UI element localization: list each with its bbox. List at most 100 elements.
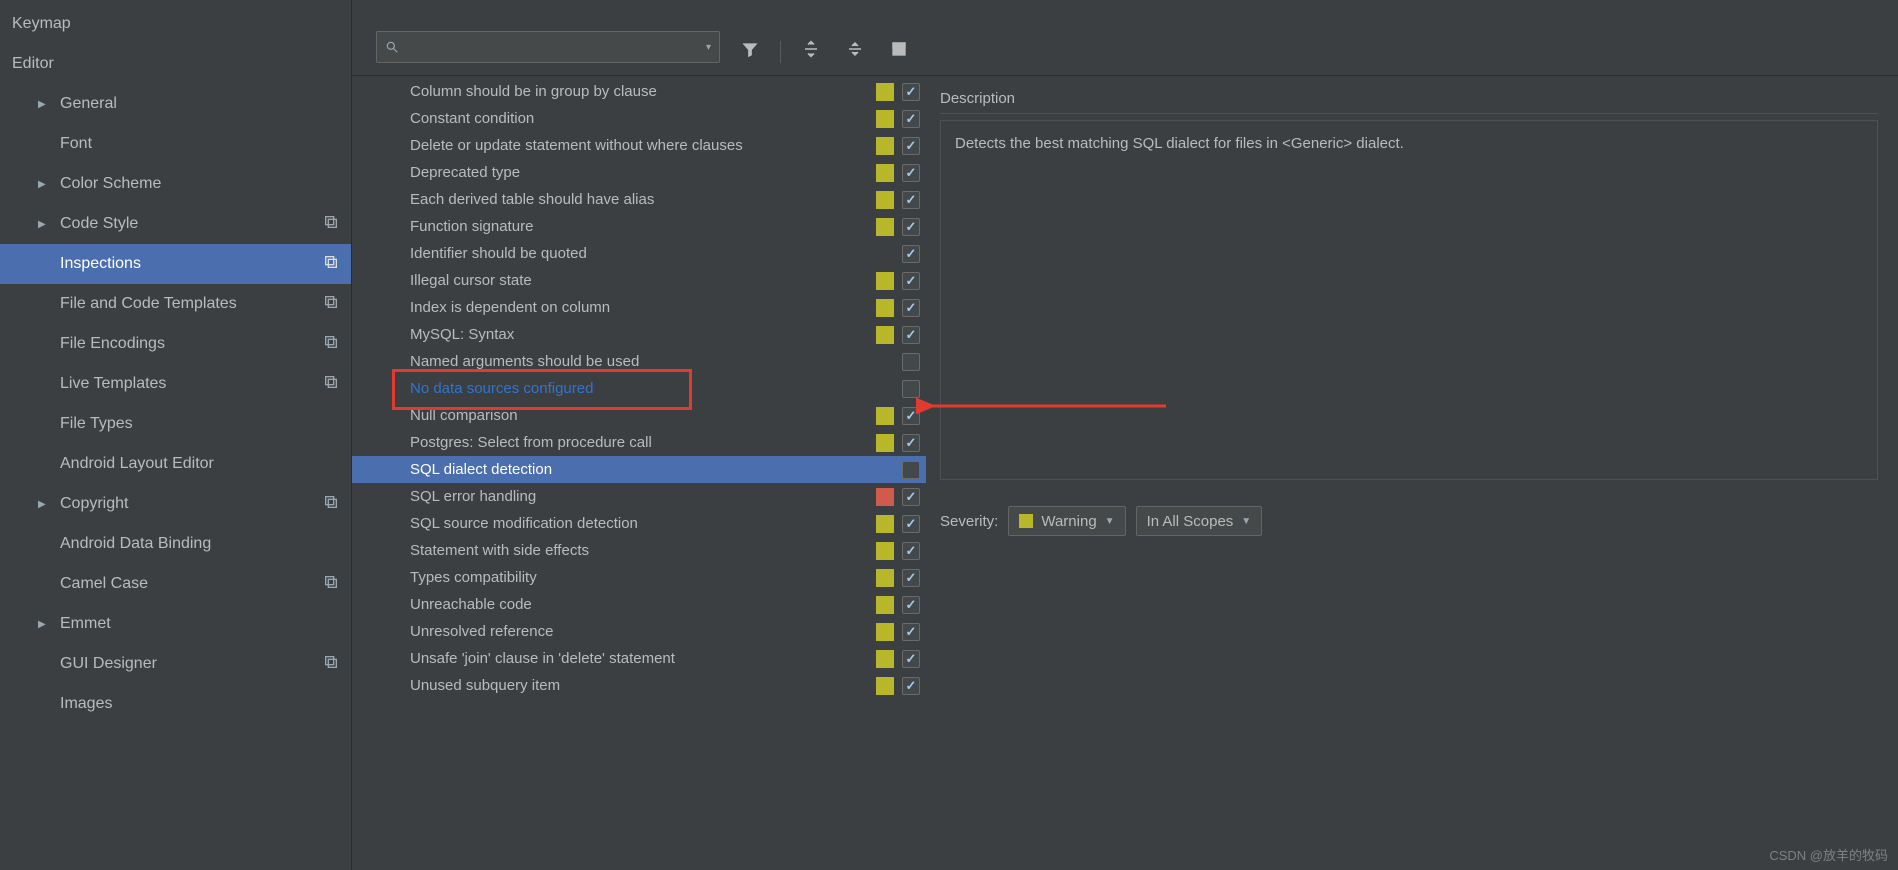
sidebar-item-label: Android Data Binding bbox=[60, 535, 211, 553]
inspection-checkbox[interactable] bbox=[902, 353, 920, 371]
inspection-row[interactable]: Postgres: Select from procedure call bbox=[352, 429, 926, 456]
inspection-row[interactable]: Statement with side effects bbox=[352, 537, 926, 564]
inspection-row[interactable]: Types compatibility bbox=[352, 564, 926, 591]
severity-combo[interactable]: Warning ▼ bbox=[1008, 506, 1125, 536]
copy-profile-icon bbox=[323, 574, 339, 595]
severity-value: Warning bbox=[1041, 513, 1096, 530]
inspection-checkbox[interactable] bbox=[902, 110, 920, 128]
sidebar-item-live-templates[interactable]: ▶Live Templates bbox=[0, 364, 351, 404]
sidebar-item-gui-designer[interactable]: ▶GUI Designer bbox=[0, 644, 351, 684]
copy-profile-icon bbox=[323, 494, 339, 515]
inspection-row[interactable]: Named arguments should be used bbox=[352, 348, 926, 375]
inspection-row[interactable]: SQL source modification detection bbox=[352, 510, 926, 537]
inspection-checkbox[interactable] bbox=[902, 542, 920, 560]
sidebar-item-label: File Encodings bbox=[60, 335, 165, 353]
sidebar-item-general[interactable]: ▶General bbox=[0, 84, 351, 124]
inspection-label: Index is dependent on column bbox=[410, 299, 872, 316]
sidebar-item-label: Inspections bbox=[60, 255, 141, 273]
inspection-checkbox[interactable] bbox=[902, 488, 920, 506]
inspection-row[interactable]: No data sources configured bbox=[352, 375, 926, 402]
inspection-checkbox[interactable] bbox=[902, 164, 920, 182]
sidebar-item-images[interactable]: ▶Images bbox=[0, 684, 351, 724]
sidebar-item-label: Images bbox=[60, 695, 112, 713]
sidebar-item-android-layout-editor[interactable]: ▶Android Layout Editor bbox=[0, 444, 351, 484]
inspection-label: Function signature bbox=[410, 218, 872, 235]
collapse-all-icon[interactable] bbox=[841, 35, 869, 63]
inspection-row[interactable]: Each derived table should have alias bbox=[352, 186, 926, 213]
inspection-row[interactable]: SQL error handling bbox=[352, 483, 926, 510]
inspection-checkbox[interactable] bbox=[902, 380, 920, 398]
inspection-checkbox[interactable] bbox=[902, 650, 920, 668]
inspection-checkbox[interactable] bbox=[902, 407, 920, 425]
inspection-row[interactable]: Identifier should be quoted bbox=[352, 240, 926, 267]
inspection-checkbox[interactable] bbox=[902, 299, 920, 317]
inspection-row[interactable]: Unresolved reference bbox=[352, 618, 926, 645]
inspection-label: Types compatibility bbox=[410, 569, 872, 586]
inspection-row[interactable]: MySQL: Syntax bbox=[352, 321, 926, 348]
inspection-row[interactable]: SQL dialect detection bbox=[352, 456, 926, 483]
inspection-row[interactable]: Deprecated type bbox=[352, 159, 926, 186]
inspection-row[interactable]: Unused subquery item bbox=[352, 672, 926, 699]
sidebar-item-inspections[interactable]: ▶Inspections bbox=[0, 244, 351, 284]
inspection-checkbox[interactable] bbox=[902, 623, 920, 641]
sidebar-item-android-data-binding[interactable]: ▶Android Data Binding bbox=[0, 524, 351, 564]
severity-swatch-icon bbox=[876, 542, 894, 560]
inspection-checkbox[interactable] bbox=[902, 272, 920, 290]
sidebar-item-font[interactable]: ▶Font bbox=[0, 124, 351, 164]
sidebar-item-label: General bbox=[60, 95, 117, 113]
inspection-row[interactable]: Index is dependent on column bbox=[352, 294, 926, 321]
sidebar-item-label: Camel Case bbox=[60, 575, 148, 593]
inspection-row[interactable]: Null comparison bbox=[352, 402, 926, 429]
inspections-search[interactable]: ▾ bbox=[376, 31, 720, 63]
inspection-row[interactable]: Delete or update statement without where… bbox=[352, 132, 926, 159]
inspection-row[interactable]: Column should be in group by clause bbox=[352, 78, 926, 105]
expand-all-icon[interactable] bbox=[797, 35, 825, 63]
inspection-row[interactable]: Illegal cursor state bbox=[352, 267, 926, 294]
severity-swatch-icon bbox=[876, 488, 894, 506]
inspection-row[interactable]: Constant condition bbox=[352, 105, 926, 132]
sidebar-item-file-and-code-templates[interactable]: ▶File and Code Templates bbox=[0, 284, 351, 324]
show-details-icon[interactable] bbox=[885, 35, 913, 63]
sidebar-item-code-style[interactable]: ▶Code Style bbox=[0, 204, 351, 244]
inspection-checkbox[interactable] bbox=[902, 569, 920, 587]
inspection-checkbox[interactable] bbox=[902, 596, 920, 614]
severity-swatch-icon bbox=[876, 137, 894, 155]
severity-swatch-icon bbox=[876, 515, 894, 533]
sidebar-item-file-encodings[interactable]: ▶File Encodings bbox=[0, 324, 351, 364]
sidebar-item-emmet[interactable]: ▶Emmet bbox=[0, 604, 351, 644]
scope-value: In All Scopes bbox=[1147, 513, 1234, 530]
search-input[interactable] bbox=[403, 39, 706, 55]
severity-swatch-icon bbox=[876, 569, 894, 587]
inspection-checkbox[interactable] bbox=[902, 137, 920, 155]
inspection-checkbox[interactable] bbox=[902, 461, 920, 479]
sidebar-item-label: Live Templates bbox=[60, 375, 166, 393]
sidebar-item-color-scheme[interactable]: ▶Color Scheme bbox=[0, 164, 351, 204]
sidebar-item-copyright[interactable]: ▶Copyright bbox=[0, 484, 351, 524]
copy-profile-icon bbox=[323, 294, 339, 315]
inspection-checkbox[interactable] bbox=[902, 515, 920, 533]
inspection-checkbox[interactable] bbox=[902, 245, 920, 263]
inspection-row[interactable]: Function signature bbox=[352, 213, 926, 240]
inspection-label: Illegal cursor state bbox=[410, 272, 872, 289]
chevron-down-icon[interactable]: ▾ bbox=[706, 42, 711, 53]
inspection-label: MySQL: Syntax bbox=[410, 326, 872, 343]
inspection-row[interactable]: Unsafe 'join' clause in 'delete' stateme… bbox=[352, 645, 926, 672]
scope-combo[interactable]: In All Scopes ▼ bbox=[1136, 506, 1263, 536]
inspection-checkbox[interactable] bbox=[902, 83, 920, 101]
filter-icon[interactable] bbox=[736, 35, 764, 63]
sidebar-item-camel-case[interactable]: ▶Camel Case bbox=[0, 564, 351, 604]
sidebar-item-file-types[interactable]: ▶File Types bbox=[0, 404, 351, 444]
sidebar-editor[interactable]: Editor bbox=[0, 44, 351, 84]
inspection-checkbox[interactable] bbox=[902, 326, 920, 344]
inspection-row[interactable]: Unreachable code bbox=[352, 591, 926, 618]
severity-swatch-icon bbox=[876, 623, 894, 641]
inspection-checkbox[interactable] bbox=[902, 677, 920, 695]
copy-profile-icon bbox=[323, 374, 339, 395]
sidebar-item-label: Editor bbox=[12, 55, 54, 73]
inspection-checkbox[interactable] bbox=[902, 434, 920, 452]
inspection-checkbox[interactable] bbox=[902, 218, 920, 236]
sidebar-keymap[interactable]: Keymap bbox=[0, 4, 351, 44]
severity-swatch-icon bbox=[876, 164, 894, 182]
chevron-right-icon: ▶ bbox=[38, 179, 52, 190]
inspection-checkbox[interactable] bbox=[902, 191, 920, 209]
